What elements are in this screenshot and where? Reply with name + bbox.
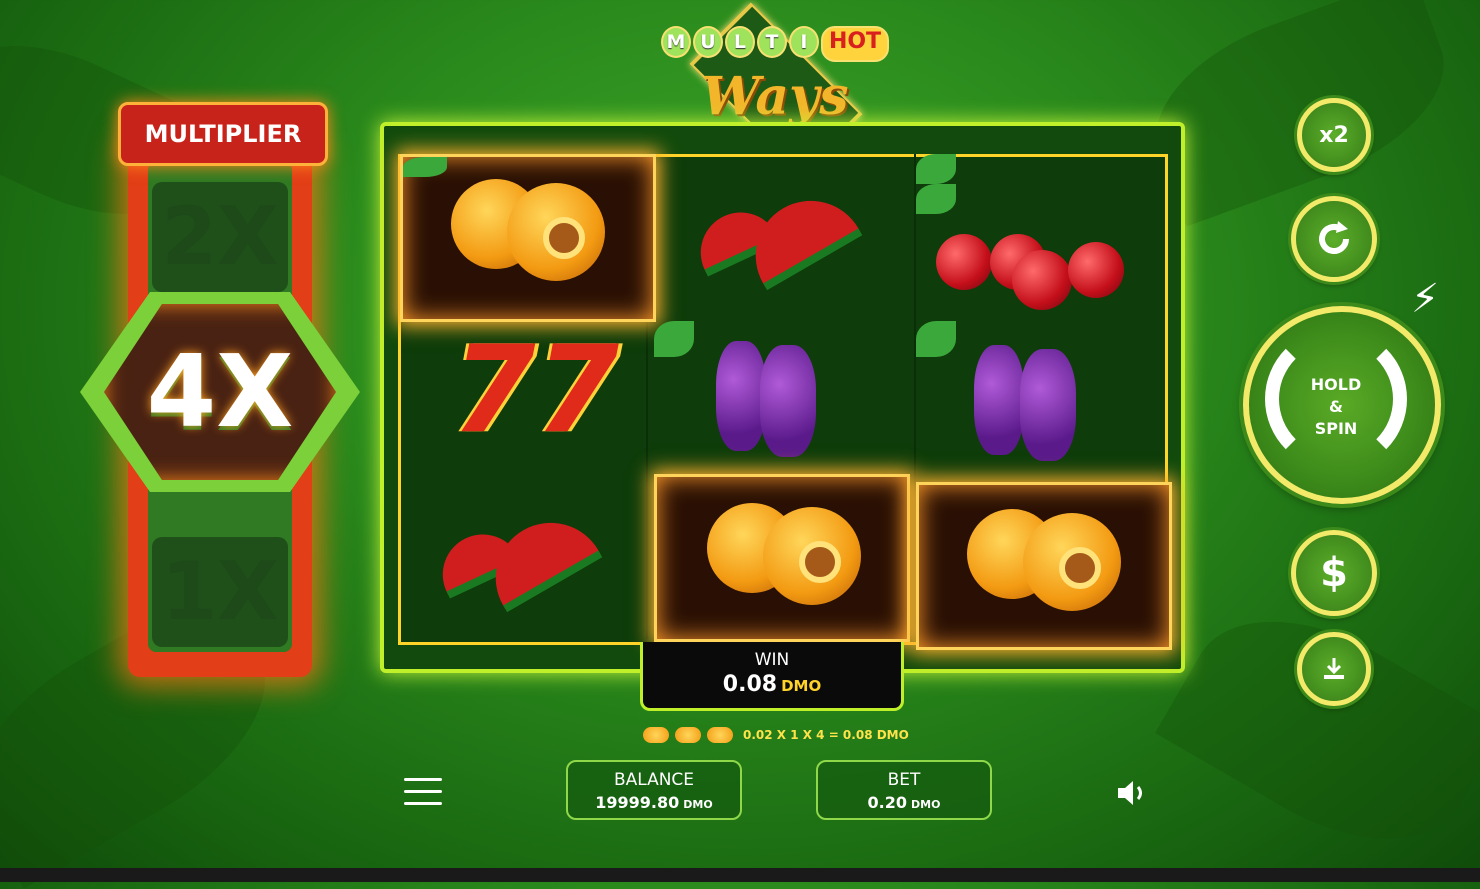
spin-label-line: SPIN xyxy=(1314,419,1358,438)
grapes-icon xyxy=(1020,349,1076,461)
apricot-pit-icon xyxy=(543,217,585,259)
logo-letter: I xyxy=(788,26,819,58)
logo-hot: HOT xyxy=(820,26,890,62)
background-leaf xyxy=(1155,577,1480,883)
bet-value: 0.20 DMO xyxy=(818,793,990,812)
leaf-icon xyxy=(403,157,447,177)
double-speed-label: x2 xyxy=(1319,122,1349,148)
balance-panel: BALANCE 19999.80 DMO xyxy=(566,760,742,820)
symbol-grapes xyxy=(916,321,1166,483)
multiplier-cell-upper: 2X xyxy=(152,182,288,292)
grapes-icon xyxy=(760,345,816,457)
logo-letter: U xyxy=(692,26,723,58)
symbol-watermelon xyxy=(654,154,904,316)
dollar-icon: $ xyxy=(1320,550,1348,596)
turbo-bolt-icon[interactable]: ⚡ xyxy=(1408,274,1442,324)
logo-ways: Ways xyxy=(701,66,849,127)
leaf-icon xyxy=(916,154,956,184)
logo-letter: T xyxy=(756,26,787,58)
reel-grid: 77 xyxy=(380,122,1185,673)
bet-label: BET xyxy=(887,770,921,790)
symbol-apricot-win xyxy=(916,482,1172,650)
multiplier-meter: MULTIPLIER 2X 1X 4X xyxy=(80,102,360,677)
multiplier-active-hex: 4X xyxy=(80,292,360,492)
symbol-apricot-win xyxy=(400,154,656,322)
cherry-icon xyxy=(1012,250,1072,310)
cherry-icon xyxy=(1068,242,1124,298)
download-icon xyxy=(1324,658,1344,679)
symbol-cherry xyxy=(916,154,1166,316)
double-speed-button[interactable]: x2 xyxy=(1297,98,1371,172)
win-currency: DMO xyxy=(781,677,822,695)
apricot-pit-icon xyxy=(799,541,841,583)
win-amount-row: 0.08 DMO xyxy=(643,672,901,697)
win-formula-text: 0.02 X 1 X 4 = 0.08 DMO xyxy=(743,728,909,742)
download-button[interactable] xyxy=(1297,632,1371,706)
leaf-icon xyxy=(916,321,956,357)
balance-value: 19999.80 DMO xyxy=(568,793,740,812)
hold-and-spin-button[interactable]: HOLD & SPIN xyxy=(1243,306,1441,504)
symbol-seven: 77 xyxy=(400,321,650,483)
grapes-icon xyxy=(974,345,1024,455)
leaf-icon xyxy=(916,184,956,214)
apricot-icon xyxy=(707,727,733,743)
cherry-icon xyxy=(936,234,992,290)
refresh-icon xyxy=(1319,221,1349,254)
multiplier-title: MULTIPLIER xyxy=(118,102,328,166)
sound-icon[interactable] xyxy=(1116,778,1150,808)
bet-amount: 0.20 xyxy=(867,793,908,812)
win-formula: 0.02 X 1 X 4 = 0.08 DMO xyxy=(643,724,943,746)
grapes-icon xyxy=(716,341,766,451)
seven-icon: 77 xyxy=(452,321,619,460)
spin-label-line: HOLD xyxy=(1310,375,1362,394)
win-amount: 0.08 xyxy=(722,672,778,697)
balance-amount: 19999.80 xyxy=(595,793,680,812)
bottom-bar xyxy=(0,868,1480,882)
spin-label-line: & xyxy=(1329,397,1343,416)
win-label: WIN xyxy=(754,650,790,670)
autoplay-button[interactable] xyxy=(1291,196,1377,282)
bet-button[interactable]: BET 0.20 DMO xyxy=(816,760,992,820)
bet-currency: DMO xyxy=(911,798,941,811)
spin-label: HOLD & SPIN xyxy=(1249,374,1423,440)
multiplier-active-value: 4X xyxy=(146,333,294,450)
balance-currency: DMO xyxy=(683,798,713,811)
win-display: WIN 0.08 DMO xyxy=(640,642,904,711)
leaf-icon xyxy=(654,321,694,357)
balance-label: BALANCE xyxy=(613,770,695,790)
symbol-apricot-win xyxy=(654,474,910,642)
apricot-pit-icon xyxy=(1059,547,1101,589)
logo-letter: L xyxy=(724,26,755,58)
symbol-watermelon xyxy=(400,486,650,648)
apricot-icon xyxy=(675,727,701,743)
logo-letter: M xyxy=(660,26,691,58)
multiplier-cell-lower: 1X xyxy=(152,537,288,647)
buy-feature-button[interactable]: $ xyxy=(1291,530,1377,616)
apricot-icon xyxy=(643,727,669,743)
logo-title: M U L T I HOT xyxy=(635,26,915,62)
menu-icon[interactable] xyxy=(404,778,442,806)
symbol-grapes xyxy=(654,321,904,483)
